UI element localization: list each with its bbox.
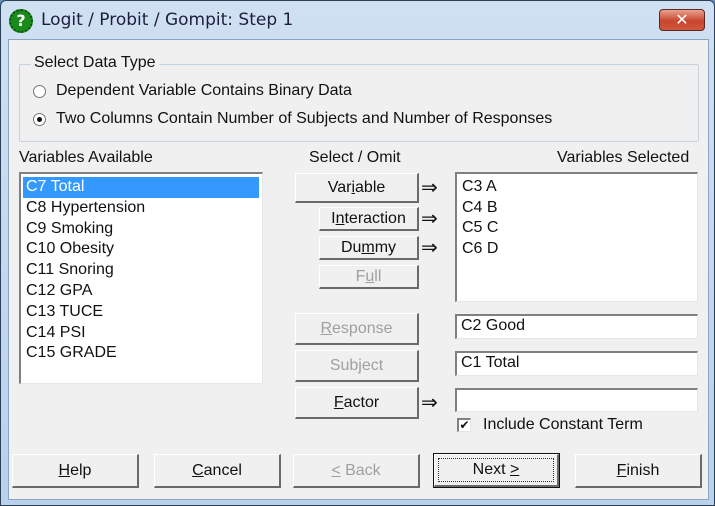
checkmark-icon[interactable]: ✔ [457, 418, 471, 432]
back-button[interactable]: < Back [293, 454, 420, 488]
variable-arrow-icon: ⇒ [421, 175, 438, 199]
factor-button[interactable]: Factor [295, 387, 419, 419]
include-constant-checkbox[interactable]: ✔ Include Constant Term [457, 416, 643, 434]
select-omit-label: Select / Omit [309, 149, 401, 166]
dummy-arrow-icon: ⇒ [421, 235, 438, 259]
interaction-arrow-icon: ⇒ [421, 206, 438, 230]
list-item[interactable]: C8 Hypertension [23, 198, 262, 219]
list-item[interactable]: C10 Obesity [23, 239, 262, 260]
variables-available-label: Variables Available [19, 149, 153, 166]
list-item[interactable]: C4 B [459, 198, 697, 219]
full-button[interactable]: Fu ll [319, 265, 419, 289]
list-item[interactable]: C9 Smoking [23, 219, 262, 240]
close-icon: ✕ [675, 10, 689, 29]
radio-label: Two Columns Contain Number of Subjects a… [56, 110, 553, 127]
title-bar[interactable]: ? Logit / Probit / Gompit: Step 1 ✕ [1, 1, 714, 39]
radio-label: Dependent Variable Contains Binary Data [56, 82, 352, 99]
list-item[interactable]: C14 PSI [23, 323, 262, 344]
radio-button[interactable] [33, 112, 46, 126]
list-item[interactable]: C13 TUCE [23, 302, 262, 323]
help-button[interactable]: Help [12, 454, 139, 488]
variables-available-list[interactable]: C7 Total C8 Hypertension C9 Smoking C10 … [19, 172, 263, 384]
variables-selected-label: Variables Selected [557, 149, 690, 166]
data-type-group [19, 64, 699, 142]
variables-selected-list[interactable]: C3 A C4 B C5 C C6 D [455, 172, 698, 302]
help-question-icon: ? [9, 9, 33, 33]
response-field[interactable]: C2 Good [455, 314, 698, 339]
factor-arrow-icon: ⇒ [421, 390, 438, 414]
list-item[interactable]: C15 GRADE [23, 343, 262, 364]
include-constant-label: Include Constant Term [483, 416, 643, 433]
radio-binary-data[interactable]: Dependent Variable Contains Binary Data [33, 82, 352, 100]
list-item[interactable]: C3 A [459, 177, 697, 198]
next-button[interactable]: Next > [433, 453, 560, 488]
dialog-body: Select Data Type Dependent Variable Cont… [8, 39, 709, 500]
dummy-button[interactable]: Du m my [319, 236, 419, 260]
list-item[interactable]: C12 GPA [23, 281, 262, 302]
window-title: Logit / Probit / Gompit: Step 1 [41, 10, 294, 30]
factor-field[interactable] [455, 388, 698, 412]
list-item[interactable]: C5 C [459, 218, 697, 239]
dialog-window: ? Logit / Probit / Gompit: Step 1 ✕ Sele… [0, 0, 715, 506]
list-item[interactable]: C11 Snoring [23, 260, 262, 281]
interaction-button[interactable]: In teraction [319, 207, 419, 231]
close-button[interactable]: ✕ [659, 9, 705, 31]
list-item[interactable]: C7 Total [23, 177, 259, 198]
radio-button[interactable] [33, 84, 46, 98]
data-type-group-title: Select Data Type [31, 54, 159, 72]
variable-button[interactable]: Var i able [295, 173, 419, 203]
subject-button[interactable]: Subject [295, 350, 419, 382]
list-item[interactable]: C6 D [459, 239, 697, 260]
subject-field[interactable]: C1 Total [455, 351, 698, 376]
response-button[interactable]: Response [295, 313, 419, 345]
radio-subjects-responses[interactable]: Two Columns Contain Number of Subjects a… [33, 110, 552, 128]
finish-button[interactable]: Finish [575, 454, 702, 488]
cancel-button[interactable]: Cancel [154, 454, 281, 488]
